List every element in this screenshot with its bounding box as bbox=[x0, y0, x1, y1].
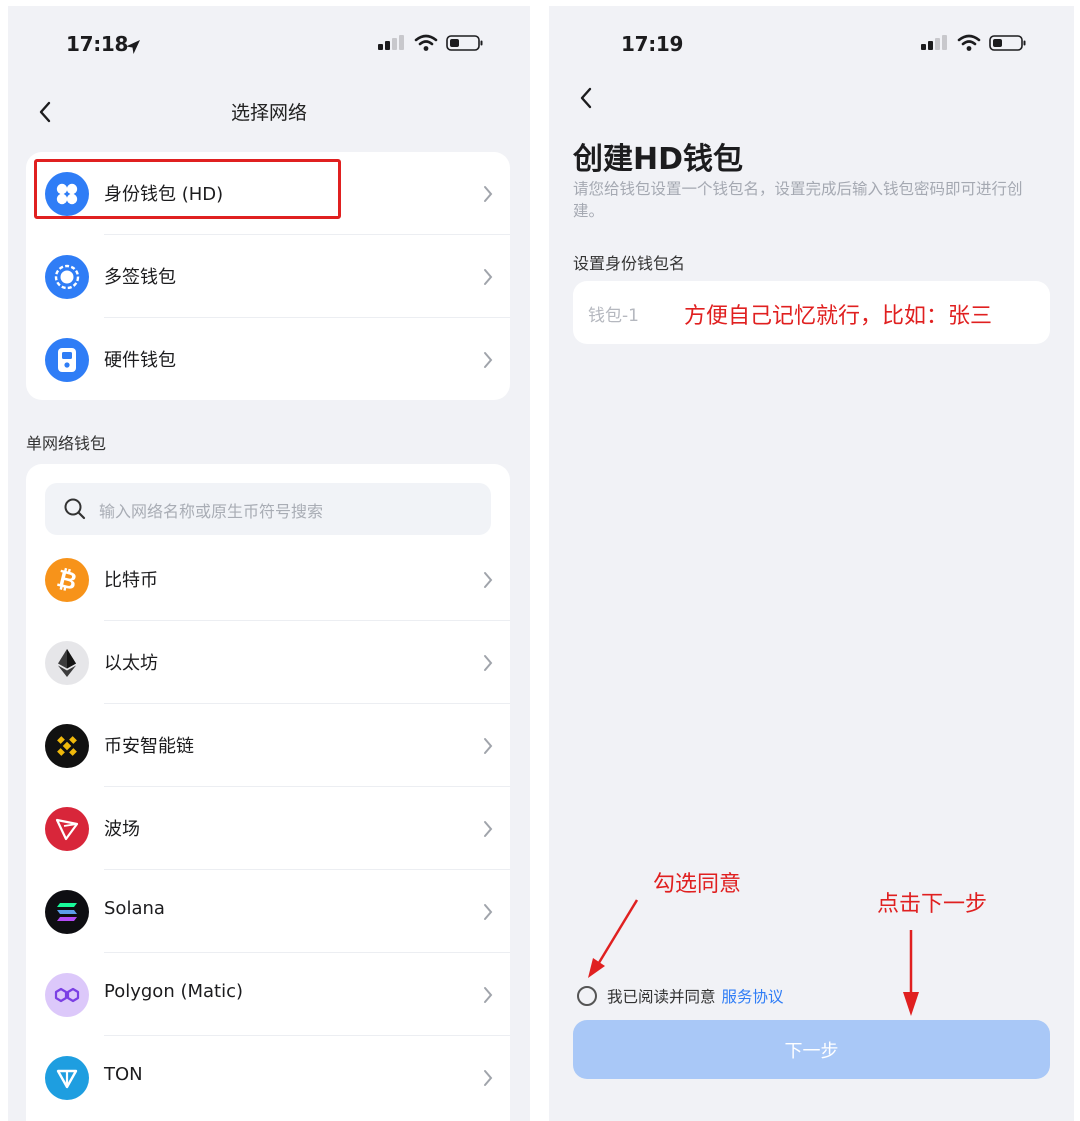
network-label: 币安智能链 bbox=[104, 736, 194, 757]
chevron-right-icon bbox=[484, 269, 493, 285]
network-label: 波场 bbox=[104, 819, 140, 840]
battery-icon bbox=[446, 35, 483, 51]
network-item-ethereum[interactable]: 以太坊 bbox=[26, 621, 510, 704]
solana-icon bbox=[45, 890, 89, 934]
select-network-screen: 17:18 选择网络 身份钱包 (HD) 多签钱包 硬件钱包 单网络钱包 输入网… bbox=[8, 6, 530, 1121]
chevron-right-icon bbox=[484, 572, 493, 588]
status-bar: 17:19 bbox=[549, 26, 1074, 66]
chevron-right-icon bbox=[484, 904, 493, 920]
chevron-right-icon bbox=[484, 186, 493, 202]
network-label: 比特币 bbox=[104, 570, 158, 591]
next-button[interactable]: 下一步 bbox=[573, 1020, 1050, 1079]
chevron-right-icon bbox=[484, 821, 493, 837]
signal-icon bbox=[378, 35, 404, 50]
network-item-ton[interactable]: TON bbox=[26, 1036, 510, 1119]
network-card: 输入网络名称或原生币符号搜索 ₿ 比特币 以太坊 币安智能链 波场 Solana… bbox=[26, 464, 510, 1121]
bitcoin-icon: ₿ bbox=[45, 558, 89, 602]
agreement-text: 我已阅读并同意 bbox=[607, 988, 716, 1006]
wallet-type-hardware[interactable]: 硬件钱包 bbox=[26, 318, 510, 400]
create-hd-wallet-screen: 17:19 创建HD钱包 请您给钱包设置一个钱包名，设置完成后输入钱包密码即可进… bbox=[549, 6, 1074, 1121]
status-icons bbox=[378, 34, 484, 52]
wallet-type-label: 硬件钱包 bbox=[104, 350, 176, 371]
annotation-name-hint: 方便自己记忆就行，比如：张三 bbox=[684, 304, 993, 329]
network-label: 以太坊 bbox=[104, 653, 158, 674]
network-item-solana[interactable]: Solana bbox=[26, 870, 510, 953]
status-bar: 17:18 bbox=[8, 26, 530, 66]
annotation-agree-hint: 勾选同意 bbox=[653, 872, 742, 897]
chevron-left-icon bbox=[580, 87, 592, 109]
network-item-tron[interactable]: 波场 bbox=[26, 787, 510, 870]
battery-icon bbox=[989, 35, 1026, 51]
signal-icon bbox=[921, 35, 947, 50]
section-label: 单网络钱包 bbox=[26, 434, 107, 453]
network-search[interactable]: 输入网络名称或原生币符号搜索 bbox=[45, 483, 491, 535]
network-item-polygon[interactable]: Polygon (Matic) bbox=[26, 953, 510, 1036]
wallet-type-label: 多签钱包 bbox=[104, 267, 176, 288]
wifi-icon bbox=[414, 34, 438, 51]
wallet-name-label: 设置身份钱包名 bbox=[573, 254, 686, 273]
agreement-row: 我已阅读并同意 服务协议 bbox=[577, 984, 784, 1008]
wallet-type-multisig[interactable]: 多签钱包 bbox=[26, 235, 510, 318]
tron-icon bbox=[45, 807, 89, 851]
status-time: 17:18 bbox=[66, 32, 129, 56]
polygon-icon bbox=[45, 973, 89, 1017]
network-item-bitcoin[interactable]: ₿ 比特币 bbox=[26, 538, 510, 621]
chevron-right-icon bbox=[484, 352, 493, 368]
page-title: 选择网络 bbox=[230, 102, 307, 124]
page-description: 请您给钱包设置一个钱包名，设置完成后输入钱包密码即可进行创建。 bbox=[573, 180, 1023, 220]
arrow-to-checkbox-icon bbox=[588, 899, 639, 978]
search-icon bbox=[64, 498, 86, 520]
status-icons bbox=[921, 34, 1027, 52]
chevron-right-icon bbox=[484, 1070, 493, 1086]
status-time: 17:19 bbox=[621, 32, 684, 56]
navbar: 选择网络 bbox=[8, 92, 530, 132]
chevron-right-icon bbox=[484, 655, 493, 671]
page-title: 创建HD钱包 bbox=[573, 142, 744, 177]
back-button[interactable] bbox=[571, 82, 601, 114]
chevron-right-icon bbox=[484, 987, 493, 1003]
network-item-bnb[interactable]: 币安智能链 bbox=[26, 704, 510, 787]
ton-icon bbox=[45, 1056, 89, 1100]
wallet-name-placeholder: 钱包-1 bbox=[588, 306, 639, 326]
highlight-box bbox=[34, 159, 341, 219]
bnb-icon bbox=[45, 724, 89, 768]
chevron-right-icon bbox=[484, 738, 493, 754]
network-label: TON bbox=[104, 1064, 143, 1085]
ring-icon bbox=[45, 255, 89, 299]
service-agreement-link[interactable]: 服务协议 bbox=[722, 985, 784, 1007]
location-arrow-icon bbox=[126, 40, 140, 54]
ethereum-icon bbox=[45, 641, 89, 685]
hardware-wallet-icon bbox=[45, 338, 89, 382]
network-label: Polygon (Matic) bbox=[104, 981, 244, 1002]
arrow-to-next-icon bbox=[903, 930, 919, 1016]
agree-checkbox[interactable] bbox=[577, 986, 597, 1006]
network-label: Solana bbox=[104, 898, 165, 919]
search-input[interactable]: 输入网络名称或原生币符号搜索 bbox=[99, 498, 323, 522]
wifi-icon bbox=[957, 34, 981, 51]
annotation-next-hint: 点击下一步 bbox=[877, 892, 988, 917]
navbar bbox=[549, 78, 1074, 118]
